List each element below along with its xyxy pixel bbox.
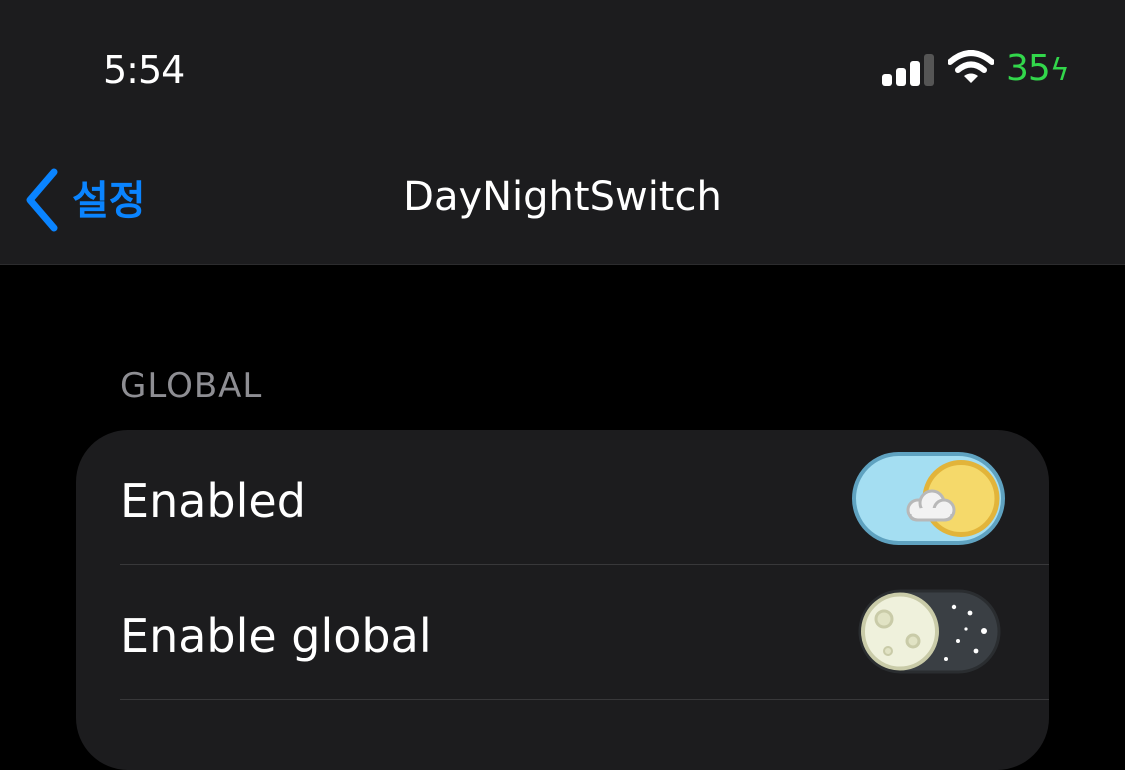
status-time: 5:54 xyxy=(103,48,185,92)
setting-label-enabled: Enabled xyxy=(120,474,306,528)
setting-row-enabled: Enabled xyxy=(76,430,1049,564)
page-title: DayNightSwitch xyxy=(403,174,722,220)
header-area xyxy=(0,0,1125,264)
moon-icon xyxy=(861,592,939,671)
setting-label-enable-global: Enable global xyxy=(120,609,432,663)
battery-level: 35 xyxy=(1006,48,1051,89)
nav-divider xyxy=(0,264,1125,265)
settings-group-global: Enabled Enable global xyxy=(76,430,1049,770)
setting-row-enable-global: Enable global xyxy=(76,565,1049,699)
day-night-toggle-off[interactable] xyxy=(858,589,1001,674)
day-night-toggle-on[interactable] xyxy=(852,452,1005,545)
battery-indicator: 35ϟ xyxy=(1006,48,1070,89)
section-header-global: GLOBAL xyxy=(120,366,263,406)
charging-icon: ϟ xyxy=(1049,53,1070,88)
row-divider xyxy=(120,699,1049,700)
wifi-icon xyxy=(947,50,995,86)
cellular-signal-icon xyxy=(882,54,934,86)
